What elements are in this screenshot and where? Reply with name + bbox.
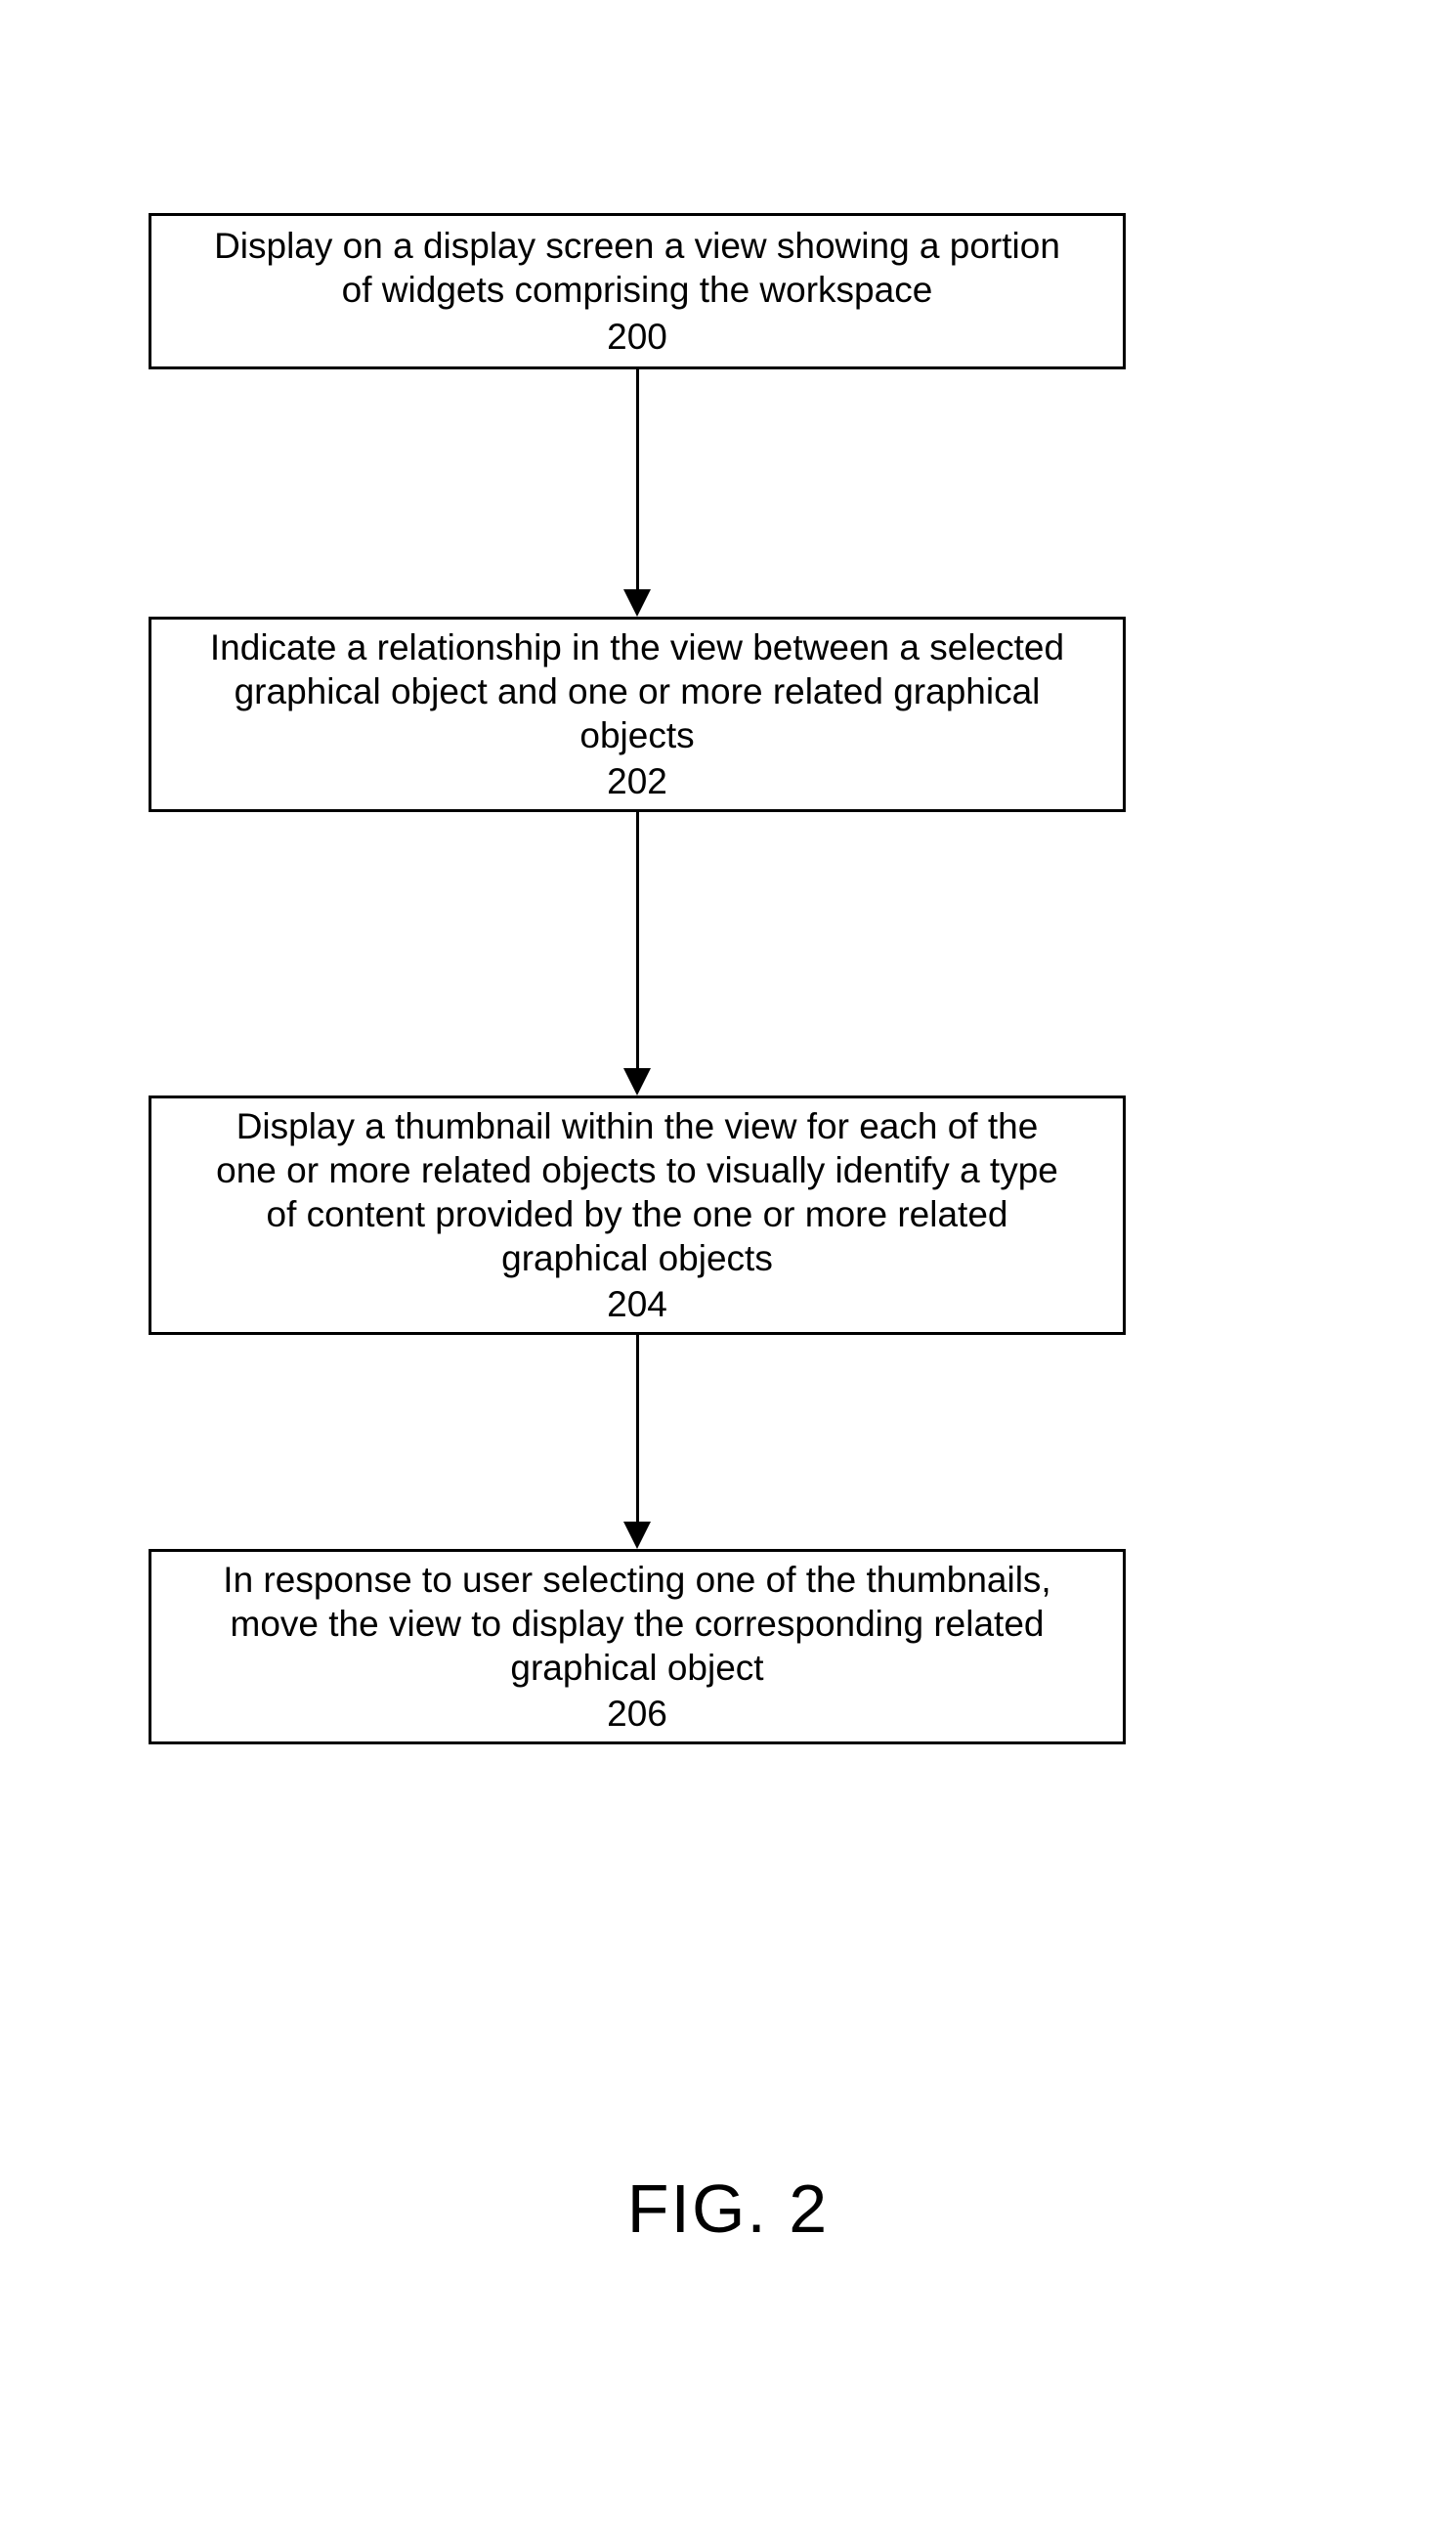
flowchart-canvas: Display on a display screen a view showi… xyxy=(0,0,1456,2535)
flow-step-206-text: In response to user selecting one of the… xyxy=(223,1558,1050,1690)
flow-step-200-ref: 200 xyxy=(607,315,667,359)
flow-step-204-ref: 204 xyxy=(607,1282,667,1326)
flow-step-200: Display on a display screen a view showi… xyxy=(149,213,1126,369)
flow-step-206-ref: 206 xyxy=(607,1692,667,1736)
arrowhead-204-to-206 xyxy=(623,1522,651,1549)
arrowhead-202-to-204 xyxy=(623,1068,651,1096)
flow-step-202-ref: 202 xyxy=(607,759,667,803)
flow-step-206: In response to user selecting one of the… xyxy=(149,1549,1126,1744)
flow-step-204: Display a thumbnail within the view for … xyxy=(149,1096,1126,1335)
arrowhead-200-to-202 xyxy=(623,589,651,617)
arrow-202-to-204 xyxy=(636,812,639,1068)
flow-step-202-text: Indicate a relationship in the view betw… xyxy=(210,625,1064,757)
flow-step-204-text: Display a thumbnail within the view for … xyxy=(216,1104,1058,1281)
flow-step-202: Indicate a relationship in the view betw… xyxy=(149,617,1126,812)
figure-label: FIG. 2 xyxy=(0,2170,1456,2248)
arrow-200-to-202 xyxy=(636,369,639,589)
arrow-204-to-206 xyxy=(636,1335,639,1522)
flow-step-200-text: Display on a display screen a view showi… xyxy=(214,224,1060,312)
